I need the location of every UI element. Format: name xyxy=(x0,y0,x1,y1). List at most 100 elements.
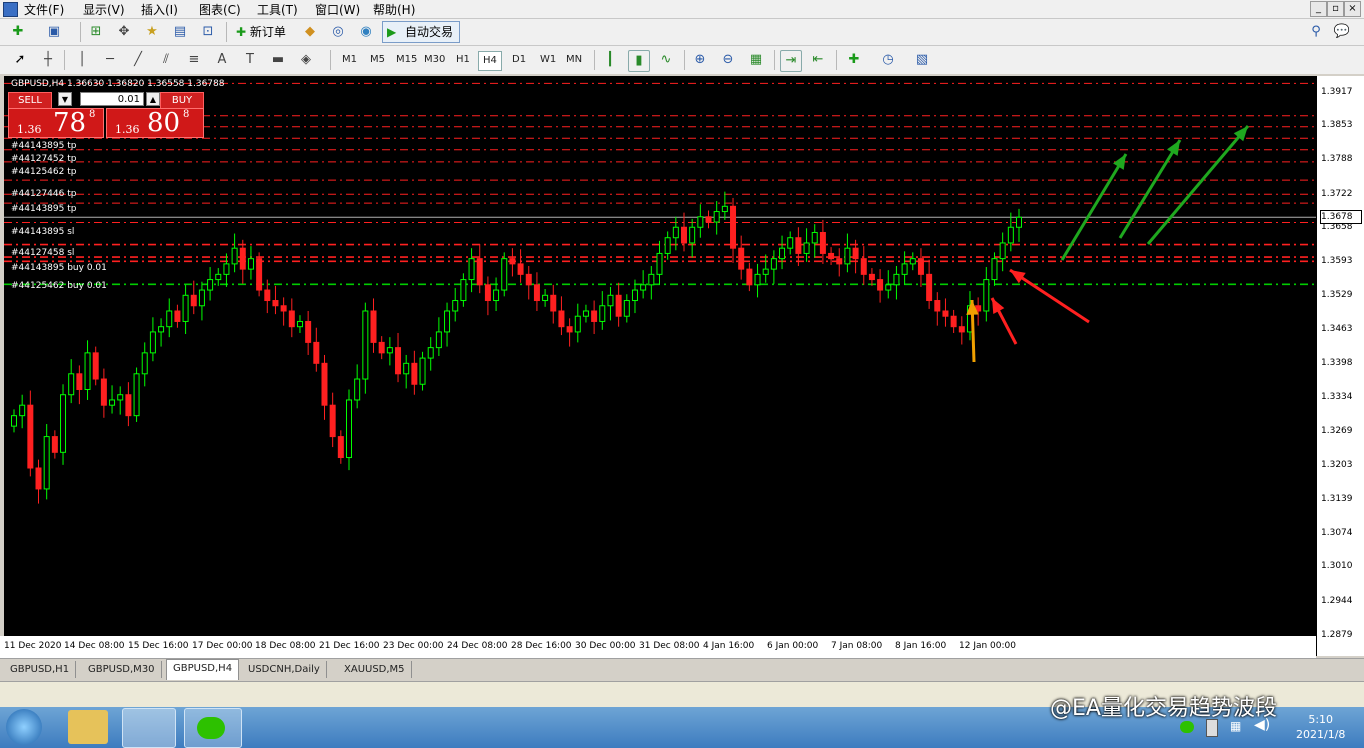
tf-mn[interactable]: MN xyxy=(562,51,586,69)
channel-icon[interactable]: ⫽ xyxy=(156,50,176,70)
candlestick-icon[interactable]: ▮ xyxy=(628,50,650,72)
new-chart-icon[interactable]: ✚ xyxy=(8,22,28,42)
bull-candle xyxy=(403,362,410,375)
lot-size-input[interactable]: 0.01 xyxy=(80,92,144,106)
lot-increase-button[interactable]: ▲ xyxy=(146,92,160,106)
taskbar-clock[interactable]: 5:10 2021/1/8 xyxy=(1296,712,1345,742)
sell-price-button[interactable]: 1.36 78 8 xyxy=(8,108,104,138)
tab-usdcnh-daily[interactable]: USDCNH,Daily xyxy=(242,661,327,678)
order-label: #44127446 tp xyxy=(11,189,77,199)
menu-file[interactable]: 文件(F) xyxy=(24,1,64,18)
order-label: #44143895 tp xyxy=(11,141,77,151)
zoom-out-icon[interactable]: ⊖ xyxy=(718,50,738,70)
search-icon[interactable]: ⚲ xyxy=(1306,22,1326,42)
menu-chart[interactable]: 图表(C) xyxy=(199,1,241,18)
price-tick: 1.3203 xyxy=(1321,460,1353,471)
shapes-icon[interactable]: ◈ xyxy=(296,50,316,70)
bull-candle xyxy=(346,399,352,459)
text-icon[interactable]: A xyxy=(212,50,232,70)
horizontal-line-icon[interactable]: ─ xyxy=(100,50,120,70)
sell-button[interactable]: SELL xyxy=(8,92,52,109)
profiles-icon[interactable]: ▣ xyxy=(44,22,64,42)
line-chart-icon[interactable]: ∿ xyxy=(656,50,676,70)
history-center-icon[interactable]: ◎ xyxy=(328,22,348,42)
time-tick: 18 Dec 08:00 xyxy=(255,641,316,651)
explorer-taskbar-icon[interactable] xyxy=(68,710,108,744)
tab-gbpusd-h1[interactable]: GBPUSD,H1 xyxy=(4,661,77,678)
time-tick: 8 Jan 16:00 xyxy=(895,641,947,651)
vertical-line-icon[interactable]: │ xyxy=(72,50,92,70)
bull-candle xyxy=(19,404,26,417)
chart-shift-icon[interactable]: ⇤ xyxy=(808,50,828,70)
tf-m5[interactable]: M5 xyxy=(366,51,389,69)
autoscroll-icon[interactable]: ⇥ xyxy=(780,50,802,72)
menu-window[interactable]: 窗口(W) xyxy=(315,1,360,18)
start-button[interactable] xyxy=(6,709,42,745)
zoom-in-icon[interactable]: ⊕ xyxy=(690,50,710,70)
tf-h4[interactable]: H4 xyxy=(478,51,502,71)
new-order-button[interactable]: ✚ 新订单 xyxy=(232,22,290,42)
tile-windows-icon[interactable]: ▦ xyxy=(746,50,766,70)
chat-icon[interactable]: 💬 xyxy=(1332,22,1352,42)
close-button[interactable]: × xyxy=(1344,1,1361,17)
time-tick: 15 Dec 16:00 xyxy=(128,641,189,651)
tf-m1[interactable]: M1 xyxy=(338,51,361,69)
metaeditor-icon[interactable]: ◆ xyxy=(300,22,320,42)
terminal-icon[interactable]: ▤ xyxy=(170,22,190,42)
price-tick: 1.3788 xyxy=(1321,154,1353,165)
chart-header: GBPUSD,H4 1.36630 1.36820 1.36558 1.3678… xyxy=(11,79,225,89)
tester-icon[interactable]: ⊡ xyxy=(198,22,218,42)
fibonacci-icon[interactable]: ≡ xyxy=(184,50,204,70)
bull-candle xyxy=(158,326,165,333)
time-tick: 31 Dec 08:00 xyxy=(639,641,700,651)
buy-price-button[interactable]: 1.36 80 8 xyxy=(106,108,204,138)
tf-w1[interactable]: W1 xyxy=(536,51,560,69)
wechat-taskbar-icon[interactable] xyxy=(184,708,242,748)
bull-candle xyxy=(117,394,124,401)
trendline-icon[interactable]: ╱ xyxy=(128,50,148,70)
price-tick: 1.3917 xyxy=(1321,86,1353,97)
autotrade-button[interactable]: ▶ 自动交易 xyxy=(382,21,461,43)
tf-h1[interactable]: H1 xyxy=(452,51,474,69)
menu-view[interactable]: 显示(V) xyxy=(83,1,125,18)
text-label-icon[interactable]: T xyxy=(240,50,260,70)
market-watch-icon[interactable]: ⊞ xyxy=(86,22,106,42)
crosshair-nav-icon[interactable]: ✥ xyxy=(114,22,134,42)
cursor-icon[interactable]: ➚ xyxy=(10,50,30,70)
buy-price-small: 1.36 xyxy=(115,123,140,136)
buy-button[interactable]: BUY xyxy=(160,92,204,109)
options-icon[interactable]: ◉ xyxy=(356,22,376,42)
bull-candle xyxy=(999,242,1006,260)
indicators-icon[interactable]: ✚ xyxy=(844,50,864,70)
lot-decrease-button[interactable]: ▼ xyxy=(58,92,72,106)
wechat-tray-icon[interactable] xyxy=(1180,721,1194,733)
tab-gbpusd-h4[interactable]: GBPUSD,H4 xyxy=(166,659,240,680)
metatrader-taskbar-icon[interactable] xyxy=(122,708,176,748)
menu-help[interactable]: 帮助(H) xyxy=(373,1,415,18)
price-scale[interactable]: 1.3917 1.3853 1.3788 1.3722 1.3658 1.3593 1.35… xyxy=(1316,76,1364,656)
rectangle-icon[interactable]: ▬ xyxy=(268,50,288,70)
bear-candle xyxy=(738,247,745,270)
tf-m15[interactable]: M15 xyxy=(392,51,421,69)
tf-d1[interactable]: D1 xyxy=(508,51,530,69)
time-axis[interactable]: 11 Dec 2020 14 Dec 08:00 15 Dec 16:00 17 De… xyxy=(0,636,1316,658)
bar-chart-icon[interactable]: ┃ xyxy=(600,50,620,70)
tab-xauusd-m5[interactable]: XAUUSD,M5 xyxy=(338,661,412,678)
time-tick: 30 Dec 00:00 xyxy=(575,641,636,651)
templates-icon[interactable]: ▧ xyxy=(912,50,932,70)
price-chart[interactable]: GBPUSD,H4 1.36630 1.36820 1.36558 1.3678… xyxy=(4,76,1316,636)
menu-insert[interactable]: 插入(I) xyxy=(141,1,178,18)
bear-candle xyxy=(509,258,516,265)
periods-clock-icon[interactable]: ◷ xyxy=(878,50,898,70)
menu-tools[interactable]: 工具(T) xyxy=(257,1,298,18)
restore-button[interactable]: ▫ xyxy=(1327,1,1344,17)
tf-m30[interactable]: M30 xyxy=(420,51,449,69)
bear-candle xyxy=(411,362,418,385)
tab-gbpusd-m30[interactable]: GBPUSD,M30 xyxy=(82,661,162,678)
navigator-icon[interactable]: ★ xyxy=(142,22,162,42)
bull-candle xyxy=(754,273,761,286)
crosshair-icon[interactable]: ┼ xyxy=(38,50,58,70)
bull-candle xyxy=(493,289,500,302)
bull-candle xyxy=(247,258,254,270)
minimize-button[interactable]: _ xyxy=(1310,1,1327,17)
